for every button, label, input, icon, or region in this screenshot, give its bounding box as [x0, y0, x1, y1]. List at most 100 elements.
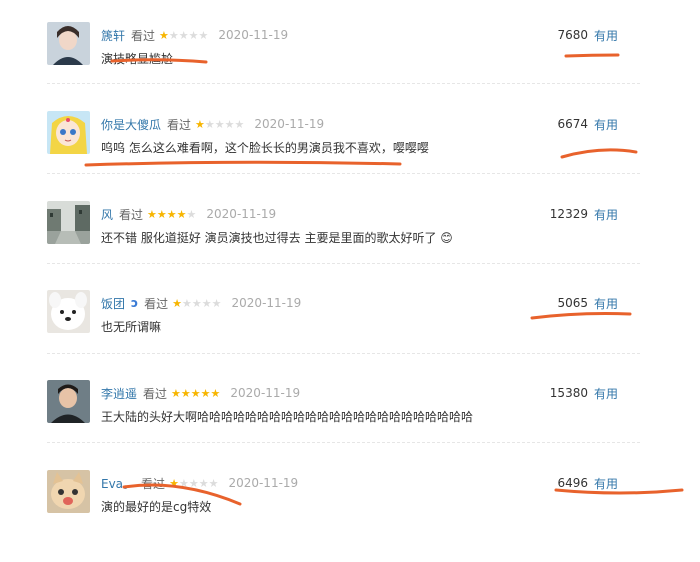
star-empty-icon: ★	[204, 117, 215, 131]
review-content: 王大陆的头好大啊哈哈哈哈哈哈哈哈哈哈哈哈哈哈哈哈哈哈哈哈哈哈哈	[101, 410, 474, 424]
username-link[interactable]: 篪轩	[101, 27, 125, 44]
review-content: 呜呜 怎么这么难看啊，这个脸长长的男演员我不喜欢，嘤嘤嘤	[101, 141, 429, 155]
review-meta: 你是大傻瓜 看过 ★ ★ ★ ★ ★ 2020-11-19	[101, 115, 324, 133]
username-link[interactable]: Eva。	[101, 475, 135, 492]
avatar[interactable]	[47, 111, 90, 154]
review-date: 2020-11-19	[230, 386, 301, 400]
avatar[interactable]	[47, 201, 90, 244]
vote-count: 7680	[557, 28, 588, 42]
rating-stars: ★ ★ ★ ★ ★	[172, 298, 221, 309]
review-item: 你是大傻瓜 看过 ★ ★ ★ ★ ★ 2020-11-19 呜呜 怎么这么难看啊，这个脸…	[0, 111, 640, 203]
divider	[47, 442, 640, 443]
star-empty-icon: ★	[178, 476, 189, 490]
star-empty-icon: ★	[201, 296, 212, 310]
star-filled-icon: ★	[147, 207, 157, 221]
avatar[interactable]	[47, 380, 90, 423]
review-date: 2020-11-19	[218, 28, 289, 42]
woman-portrait-icon	[47, 22, 90, 65]
useful-button[interactable]: 有用	[594, 475, 618, 492]
watched-status: 看过	[141, 476, 166, 491]
username-link[interactable]: 你是大傻瓜	[101, 116, 161, 133]
man-portrait-icon	[47, 380, 90, 423]
star-empty-icon: ★	[234, 117, 245, 131]
useful-button[interactable]: 有用	[594, 116, 618, 133]
star-empty-icon: ★	[191, 296, 202, 310]
watched-status: 看过	[131, 28, 156, 43]
review-meta: 篪轩 看过 ★ ★ ★ ★ ★ 2020-11-19	[101, 26, 288, 44]
star-filled-icon: ★	[172, 296, 183, 310]
star-filled-icon: ★	[190, 386, 201, 400]
vote-area: 6496 有用	[557, 474, 618, 492]
vote-area: 6674 有用	[557, 115, 618, 133]
user-badge-icon: ↄ	[131, 296, 139, 310]
review-meta: 李逍遥 看过 ★ ★ ★ ★ ★ 2020-11-19	[101, 384, 300, 402]
vote-count: 5065	[557, 296, 588, 310]
useful-button[interactable]: 有用	[594, 27, 618, 44]
review-content: 还不错 服化道挺好 演员演技也过得去 主要是里面的歌太好听了 😊	[101, 231, 453, 245]
star-empty-icon: ★	[182, 296, 192, 310]
review-item: 风 看过 ★ ★ ★ ★ ★ 2020-11-19 还不错 服化道挺好 演员演技也过得去…	[0, 201, 640, 293]
watched-status: 看过	[143, 386, 168, 401]
vote-area: 5065 有用	[557, 294, 618, 312]
star-empty-icon: ★	[188, 28, 199, 42]
vote-area: 12329 有用	[550, 205, 618, 223]
watched-status: 看过	[144, 296, 169, 311]
review-content: 演的最好的是cg特效	[101, 500, 212, 514]
star-filled-icon: ★	[166, 207, 177, 221]
star-empty-icon: ★	[211, 296, 222, 310]
star-filled-icon: ★	[210, 386, 221, 400]
divider	[47, 173, 640, 174]
avatar[interactable]	[47, 22, 90, 65]
vote-area: 15380 有用	[550, 384, 618, 402]
star-filled-icon: ★	[156, 207, 167, 221]
username-link[interactable]: 饭团	[101, 295, 125, 312]
username-link[interactable]: 风	[101, 206, 113, 223]
avatar[interactable]	[47, 470, 90, 513]
watched-status: 看过	[167, 117, 192, 132]
star-filled-icon: ★	[176, 207, 187, 221]
review-date: 2020-11-19	[254, 117, 325, 131]
review-item: 饭团 ↄ 看过 ★ ★ ★ ★ ★ 2020-11-19 也无所谓嘛 5065 有用	[0, 290, 640, 382]
useful-button[interactable]: 有用	[594, 385, 618, 402]
review-date: 2020-11-19	[206, 207, 277, 221]
star-empty-icon: ★	[214, 117, 225, 131]
star-empty-icon: ★	[188, 476, 199, 490]
star-empty-icon: ★	[198, 28, 209, 42]
star-filled-icon: ★	[159, 28, 169, 42]
street-scene-icon	[47, 201, 90, 244]
username-link[interactable]: 李逍遥	[101, 385, 137, 402]
star-filled-icon: ★	[200, 386, 211, 400]
watched-status: 看过	[119, 207, 144, 222]
divider	[47, 83, 640, 84]
star-empty-icon: ★	[198, 476, 209, 490]
rating-stars: ★ ★ ★ ★ ★	[195, 119, 244, 130]
vote-count: 15380	[549, 386, 588, 400]
star-empty-icon: ★	[178, 28, 189, 42]
anime-girl-icon	[47, 111, 90, 154]
review-content: 演技略显尴尬	[101, 52, 174, 66]
star-empty-icon: ★	[186, 207, 197, 221]
review-meta: 饭团 ↄ 看过 ★ ★ ★ ★ ★ 2020-11-19	[101, 294, 301, 312]
star-filled-icon: ★	[169, 476, 179, 490]
rating-stars: ★ ★ ★ ★ ★	[169, 478, 218, 489]
cat-face-icon	[47, 470, 90, 513]
review-meta: Eva。 看过 ★ ★ ★ ★ ★ 2020-11-19	[101, 474, 298, 492]
white-dog-icon	[47, 290, 90, 333]
vote-count: 12329	[549, 207, 588, 221]
star-filled-icon: ★	[195, 117, 205, 131]
rating-stars: ★ ★ ★ ★ ★	[147, 209, 196, 220]
star-filled-icon: ★	[180, 386, 191, 400]
star-empty-icon: ★	[208, 476, 219, 490]
vote-count: 6674	[557, 117, 588, 131]
avatar[interactable]	[47, 290, 90, 333]
useful-button[interactable]: 有用	[594, 206, 618, 223]
divider	[47, 353, 640, 354]
rating-stars: ★ ★ ★ ★ ★	[171, 388, 220, 399]
review-item: Eva。 看过 ★ ★ ★ ★ ★ 2020-11-19 演的最好的是cg特效 6496…	[0, 470, 640, 562]
review-item: 篪轩 看过 ★ ★ ★ ★ ★ 2020-11-19 演技略显尴尬 7680 有用	[0, 22, 640, 114]
review-date: 2020-11-19	[231, 296, 302, 310]
review-content: 也无所谓嘛	[101, 320, 162, 334]
useful-button[interactable]: 有用	[594, 295, 618, 312]
review-date: 2020-11-19	[228, 476, 299, 490]
vote-count: 6496	[557, 476, 588, 490]
